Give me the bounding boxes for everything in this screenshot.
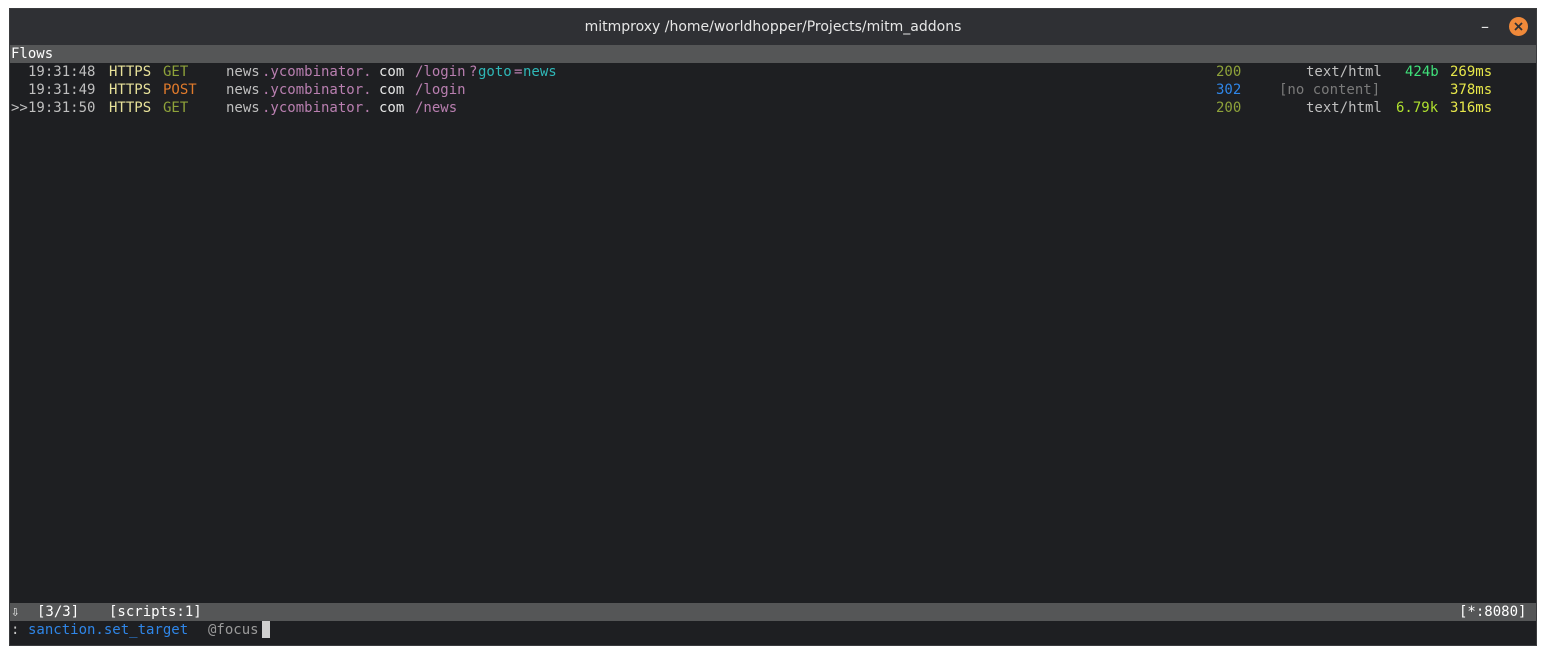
flow-host-domain: .ycombinator. (262, 64, 372, 80)
flow-query-value: news (523, 64, 557, 80)
flow-focus-marker (11, 63, 28, 81)
flow-duration: 378ms (1450, 82, 1493, 98)
flow-list: 19:31:48 HTTPS GET news .ycombinator. co… (10, 63, 1536, 117)
flow-scheme: HTTPS (109, 82, 152, 98)
flow-row[interactable]: 19:31:49 HTTPS POST news .ycombinator. c… (10, 81, 1536, 99)
flow-status: 200 (1216, 64, 1242, 80)
flow-path: /news (415, 100, 458, 116)
flow-path: /login (415, 64, 466, 80)
flow-size: 6.79k (1396, 100, 1439, 116)
flow-focus-marker (11, 81, 28, 99)
flow-host-tld: com (379, 82, 405, 98)
flows-header: Flows (10, 45, 1536, 63)
flow-scheme: HTTPS (109, 64, 152, 80)
close-button[interactable] (1509, 17, 1528, 36)
scroll-down-arrow-icon: ⇩ (11, 604, 20, 620)
flow-status: 302 (1216, 82, 1242, 98)
flow-duration: 316ms (1450, 100, 1493, 116)
command-line[interactable]: : sanction.set_target @focus (10, 621, 1536, 639)
flow-count: [3/3] (37, 604, 80, 620)
flow-duration: 269ms (1450, 64, 1493, 80)
command-prompt: : (11, 622, 20, 638)
flow-row[interactable]: >> 19:31:50 HTTPS GET news .ycombinator.… (10, 99, 1536, 117)
flow-query-eq: = (514, 64, 523, 80)
flow-path: /login (415, 82, 466, 98)
flow-host-tld: com (379, 64, 405, 80)
terminal-area[interactable]: Flows 19:31:48 HTTPS GET news .ycombinat… (10, 45, 1536, 645)
flow-time: 19:31:50 (28, 100, 96, 116)
flow-host-prefix: news (226, 82, 260, 98)
flow-content-type: [no content] (1279, 82, 1381, 98)
flow-host-domain: .ycombinator. (262, 82, 372, 98)
flow-time: 19:31:49 (28, 82, 96, 98)
terminal-window: mitmproxy /home/worldhopper/Projects/mit… (9, 8, 1537, 646)
flow-host-prefix: news (226, 100, 260, 116)
text-cursor (262, 621, 270, 643)
status-bar: ⇩ [3/3] [scripts:1] [*:8080] (10, 603, 1536, 621)
flow-content-type: text/html (1306, 64, 1382, 80)
flow-host-prefix: news (226, 64, 260, 80)
minimize-button[interactable]: – (1476, 18, 1494, 36)
minimize-icon: – (1481, 17, 1489, 36)
command-argument: @focus (208, 622, 259, 638)
command-name: sanction.set_target (28, 622, 189, 638)
flow-row[interactable]: 19:31:48 HTTPS GET news .ycombinator. co… (10, 63, 1536, 81)
title-bar: mitmproxy /home/worldhopper/Projects/mit… (10, 9, 1536, 45)
flow-method: POST (163, 82, 197, 98)
flow-size: 424b (1405, 64, 1439, 80)
flow-query-sep: ? (469, 64, 478, 80)
flow-host-tld: com (379, 100, 405, 116)
listen-address: [*:8080] (1459, 604, 1527, 620)
flow-focus-marker: >> (11, 100, 28, 116)
window-title: mitmproxy /home/worldhopper/Projects/mit… (584, 19, 962, 35)
flows-header-label: Flows (11, 46, 54, 62)
close-icon (1514, 22, 1523, 31)
flow-scheme: HTTPS (109, 100, 152, 116)
flow-query-key: goto (478, 64, 512, 80)
flow-status: 200 (1216, 100, 1242, 116)
scripts-indicator: [scripts:1] (109, 604, 202, 620)
flow-time: 19:31:48 (28, 64, 96, 80)
flow-host-domain: .ycombinator. (262, 100, 372, 116)
flow-method: GET (163, 100, 189, 116)
flow-method: GET (163, 64, 189, 80)
flow-content-type: text/html (1306, 100, 1382, 116)
